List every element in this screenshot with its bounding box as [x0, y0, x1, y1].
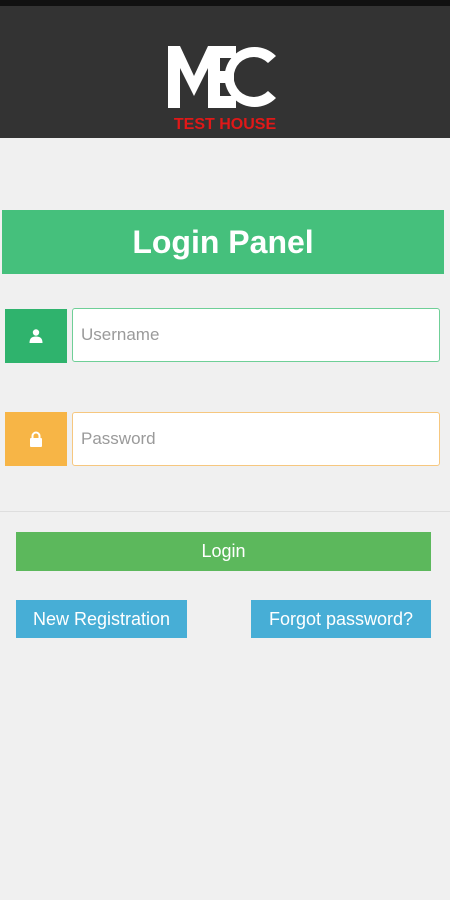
brand-logo: TEST HOUSE: [165, 28, 285, 133]
new-registration-button[interactable]: New Registration: [16, 600, 187, 638]
login-panel-title: Login Panel: [2, 210, 444, 274]
app-header: TEST HOUSE: [0, 6, 450, 138]
password-addon: [5, 412, 67, 466]
forgot-password-button[interactable]: Forgot password?: [251, 600, 431, 638]
login-button[interactable]: Login: [16, 532, 431, 571]
password-input[interactable]: [72, 412, 440, 466]
form-divider: [0, 511, 450, 512]
user-icon: [29, 329, 43, 343]
mec-logo-mark: [168, 46, 276, 108]
logo-subtitle: TEST HOUSE: [173, 116, 277, 133]
username-input[interactable]: [72, 308, 440, 362]
username-addon: [5, 309, 67, 363]
lock-icon: [30, 431, 42, 447]
